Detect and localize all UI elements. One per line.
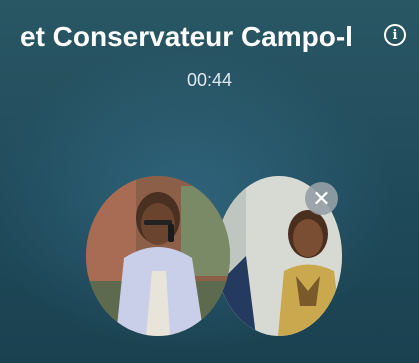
info-icon[interactable]: i (384, 24, 406, 46)
participant-avatar[interactable] (86, 176, 230, 336)
participant-photo (86, 176, 230, 336)
call-title: et Conservateur Campo-l (20, 21, 353, 52)
close-icon[interactable]: ✕ (305, 182, 338, 215)
call-screen: et Conservateur Campo-l i 00:44 ✕ (0, 0, 419, 363)
call-timer: 00:44 (186, 70, 233, 90)
